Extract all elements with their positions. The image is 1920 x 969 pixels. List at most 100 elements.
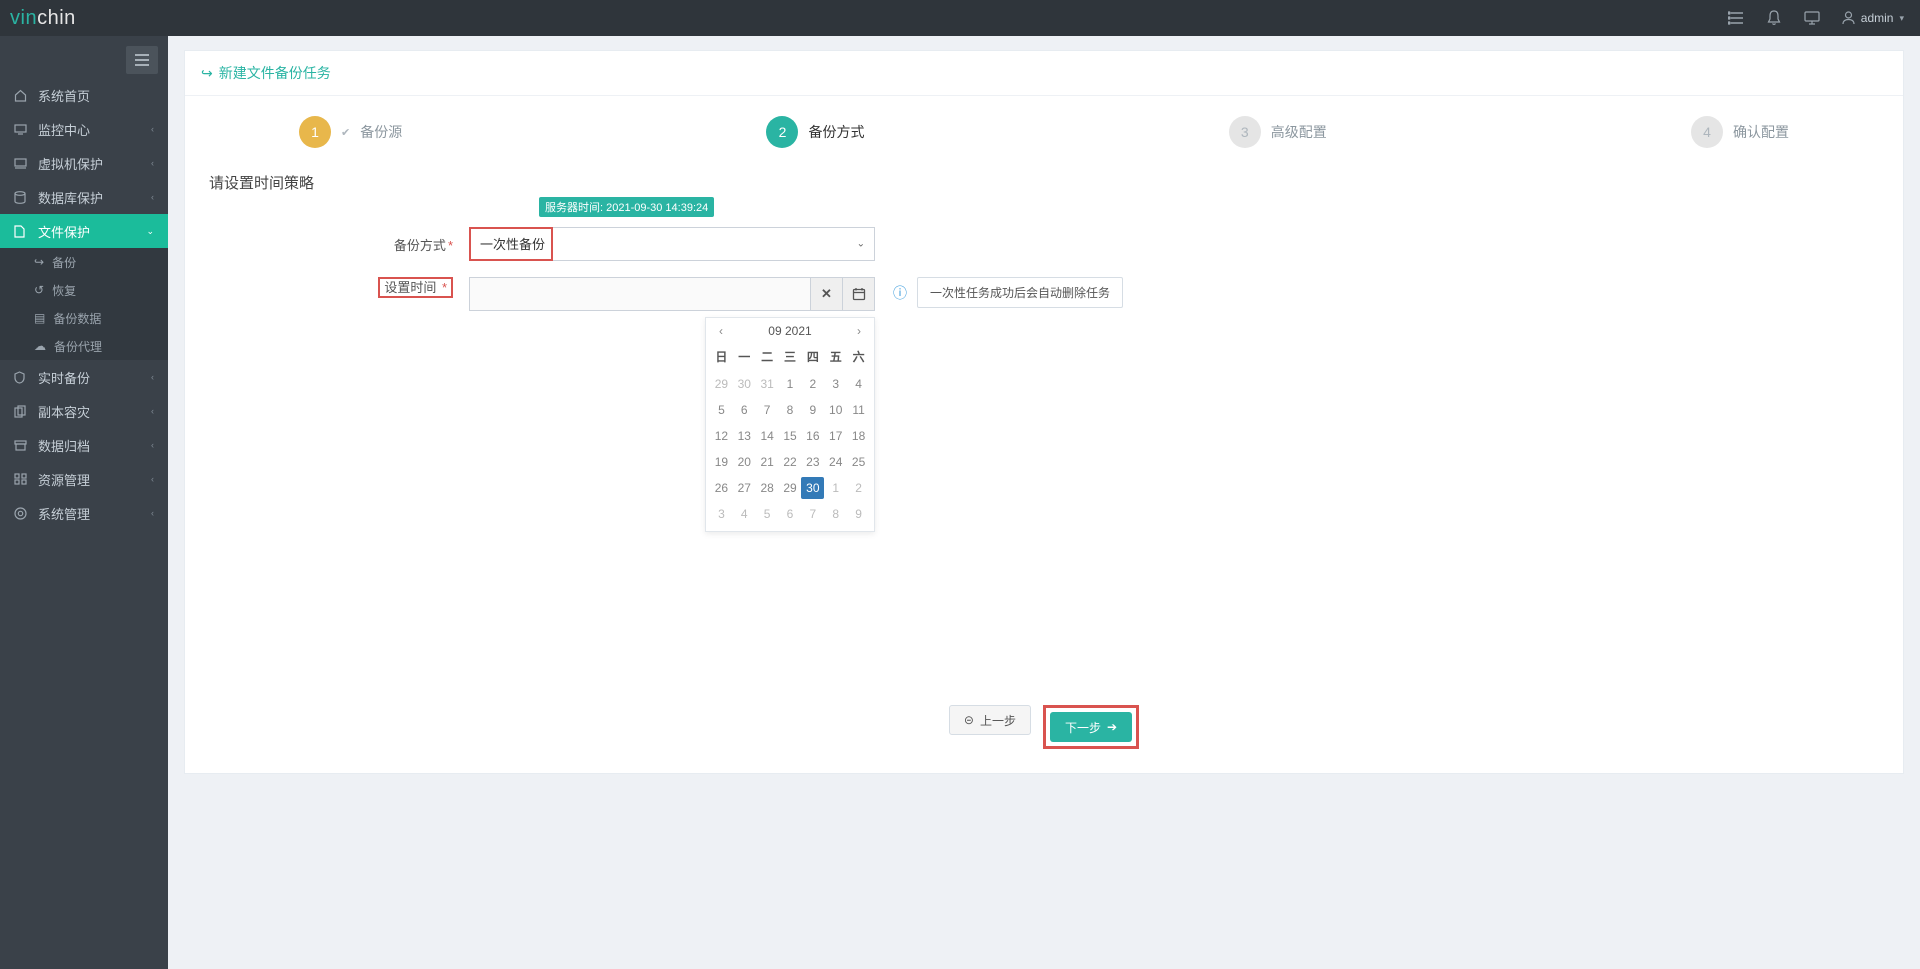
calendar-day[interactable]: 28 — [756, 477, 779, 499]
calendar-month-label[interactable]: 09 2021 — [768, 324, 811, 338]
calendar-day[interactable]: 3 — [824, 373, 847, 395]
sidebar-item-file[interactable]: 文件保护 ⌄ — [0, 214, 168, 248]
sidebar-sub-agent[interactable]: ☁ 备份代理 — [0, 332, 168, 360]
calendar-icon — [852, 287, 866, 301]
sidebar-submenu: ↪ 备份 ↺ 恢复 ▤ 备份数据 ☁ 备份代理 — [0, 248, 168, 360]
calendar-day[interactable]: 30 — [801, 477, 824, 499]
sidebar-sub-label: 备份代理 — [54, 338, 102, 355]
chevron-left-icon: ‹ — [151, 158, 154, 168]
chevron-left-icon: ‹ — [151, 372, 154, 382]
calendar-day[interactable]: 9 — [801, 399, 824, 421]
calendar-day[interactable]: 13 — [733, 425, 756, 447]
arrow-right-icon: ➔ — [1107, 720, 1117, 734]
step-3[interactable]: 3 高级配置 — [1229, 116, 1327, 148]
calendar-day[interactable]: 3 — [710, 503, 733, 525]
calendar-day[interactable]: 4 — [733, 503, 756, 525]
sidebar-sub-label: 备份 — [52, 254, 76, 271]
calendar-dow: 五 — [824, 344, 847, 369]
list-icon[interactable] — [1728, 10, 1744, 26]
calendar-day[interactable]: 10 — [824, 399, 847, 421]
sidebar-item-archive[interactable]: 数据归档 ‹ — [0, 428, 168, 462]
calendar-day[interactable]: 27 — [733, 477, 756, 499]
user-label: admin — [1861, 11, 1894, 25]
step-4[interactable]: 4 确认配置 — [1691, 116, 1789, 148]
calendar-day[interactable]: 22 — [779, 451, 802, 473]
calendar-day[interactable]: 30 — [733, 373, 756, 395]
calendar-day[interactable]: 20 — [733, 451, 756, 473]
sidebar-item-db[interactable]: 数据库保护 ‹ — [0, 180, 168, 214]
step-2[interactable]: 2 备份方式 — [766, 116, 864, 148]
calendar-day[interactable]: 24 — [824, 451, 847, 473]
calendar-day[interactable]: 21 — [756, 451, 779, 473]
calendar-day[interactable]: 29 — [779, 477, 802, 499]
sidebar: 系统首页 监控中心 ‹ 虚拟机保护 ‹ 数据库保护 ‹ 文件保护 ⌄ ↪ 备份 — [0, 36, 168, 969]
calendar-day[interactable]: 2 — [801, 373, 824, 395]
next-button[interactable]: 下一步 ➔ — [1050, 712, 1132, 742]
sidebar-item-monitor[interactable]: 监控中心 ‹ — [0, 112, 168, 146]
calendar-day[interactable]: 9 — [847, 503, 870, 525]
step-number: 2 — [766, 116, 798, 148]
step-label: 高级配置 — [1271, 122, 1327, 142]
sidebar-item-vm[interactable]: 虚拟机保护 ‹ — [0, 146, 168, 180]
sidebar-item-label: 虚拟机保护 — [38, 154, 141, 173]
calendar-day[interactable]: 7 — [756, 399, 779, 421]
calendar-day[interactable]: 12 — [710, 425, 733, 447]
sidebar-sub-backupdata[interactable]: ▤ 备份数据 — [0, 304, 168, 332]
calendar-day[interactable]: 7 — [801, 503, 824, 525]
calendar-day[interactable]: 23 — [801, 451, 824, 473]
calendar-day[interactable]: 17 — [824, 425, 847, 447]
sidebar-item-home[interactable]: 系统首页 — [0, 78, 168, 112]
calendar-day[interactable]: 29 — [710, 373, 733, 395]
monitor-icon[interactable] — [1804, 10, 1820, 26]
step-1[interactable]: 1 ✔ 备份源 — [299, 116, 402, 148]
calendar-day[interactable]: 26 — [710, 477, 733, 499]
sidebar-sub-backup[interactable]: ↪ 备份 — [0, 248, 168, 276]
calendar-day[interactable]: 6 — [733, 399, 756, 421]
calendar-day[interactable]: 4 — [847, 373, 870, 395]
calendar-day[interactable]: 8 — [824, 503, 847, 525]
calendar-day[interactable]: 18 — [847, 425, 870, 447]
calendar-day[interactable]: 11 — [847, 399, 870, 421]
backup-mode-select[interactable]: 一次性备份 — [469, 227, 875, 261]
calendar-day[interactable]: 1 — [824, 477, 847, 499]
calendar-prev[interactable]: ‹ — [714, 324, 728, 338]
calendar-day[interactable]: 1 — [779, 373, 802, 395]
page-title: 新建文件备份任务 — [219, 63, 331, 83]
highlight-box: 下一步 ➔ — [1043, 705, 1139, 749]
chevron-left-icon: ‹ — [151, 508, 154, 518]
user-menu[interactable]: admin ▾ — [1842, 11, 1904, 25]
sidebar-item-replica[interactable]: 副本容灾 ‹ — [0, 394, 168, 428]
calendar-day[interactable]: 19 — [710, 451, 733, 473]
calendar-day[interactable]: 6 — [779, 503, 802, 525]
calendar-day[interactable]: 14 — [756, 425, 779, 447]
calendar-day[interactable]: 5 — [710, 399, 733, 421]
sidebar-item-system[interactable]: 系统管理 ‹ — [0, 496, 168, 530]
step-number: 4 — [1691, 116, 1723, 148]
calendar-day[interactable]: 5 — [756, 503, 779, 525]
calendar-next[interactable]: › — [852, 324, 866, 338]
sidebar-item-label: 监控中心 — [38, 120, 141, 139]
sidebar-item-label: 系统管理 — [38, 504, 141, 523]
prev-button[interactable]: ⊝ 上一步 — [949, 705, 1031, 735]
sidebar-sub-restore[interactable]: ↺ 恢复 — [0, 276, 168, 304]
brand-accent: vin — [10, 7, 37, 29]
sidebar-sub-label: 恢复 — [52, 282, 76, 299]
calendar-day[interactable]: 8 — [779, 399, 802, 421]
calendar-day[interactable]: 15 — [779, 425, 802, 447]
chevron-left-icon: ‹ — [151, 124, 154, 134]
calendar-day[interactable]: 2 — [847, 477, 870, 499]
clear-button[interactable]: ✕ — [810, 278, 842, 310]
next-button-label: 下一步 — [1065, 719, 1101, 736]
calendar-day[interactable]: 25 — [847, 451, 870, 473]
calendar-day[interactable]: 16 — [801, 425, 824, 447]
sidebar-item-resource[interactable]: 资源管理 ‹ — [0, 462, 168, 496]
row-backup-mode: 备份方式* 一次性备份 ⌄ — [209, 227, 1879, 261]
calendar-day[interactable]: 31 — [756, 373, 779, 395]
calendar-button[interactable] — [842, 278, 874, 310]
wizard-footer: ⊝ 上一步 下一步 ➔ — [209, 691, 1879, 749]
datetime-input[interactable] — [470, 278, 810, 310]
sidebar-toggle[interactable] — [126, 46, 158, 74]
sidebar-item-realtime[interactable]: 实时备份 ‹ — [0, 360, 168, 394]
bell-icon[interactable] — [1766, 10, 1782, 26]
share-icon: ↪ — [201, 65, 213, 82]
